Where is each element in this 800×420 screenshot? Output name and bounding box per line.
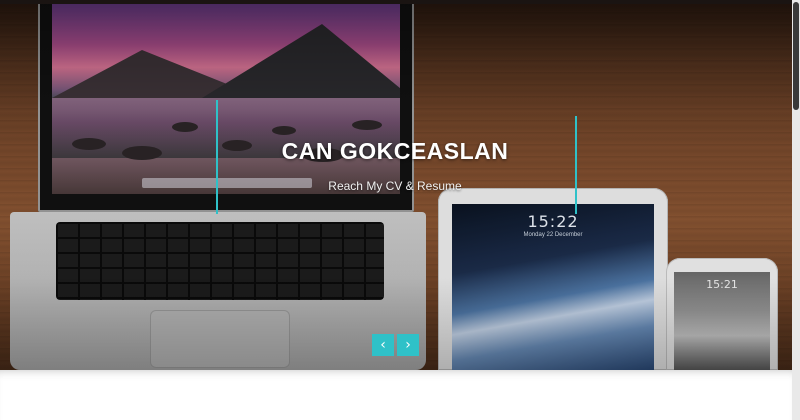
phone-image: 15:21 (666, 258, 778, 370)
chevron-left-icon: ‹ (380, 337, 386, 353)
accent-line-left (216, 100, 218, 214)
chevron-right-icon: › (405, 337, 411, 353)
phone-clock: 15:21 (706, 278, 738, 291)
tablet-date: Monday 22 December (523, 232, 583, 238)
keyboard (56, 222, 384, 300)
page-content (0, 370, 792, 420)
trackpad (150, 310, 290, 368)
accent-line-right (575, 116, 577, 214)
hero-subtitle[interactable]: Reach My CV & Resume (240, 179, 550, 193)
tablet-image: 15:22 Monday 22 December (438, 188, 668, 370)
tablet-screen: 15:22 Monday 22 December (452, 204, 654, 370)
phone-screen: 15:21 (674, 272, 770, 370)
slider-next-button[interactable]: › (397, 334, 419, 356)
slider-controls: ‹ › (372, 334, 419, 356)
hero-text: CAN GOKCEASLAN Reach My CV & Resume (240, 138, 550, 193)
scrollbar-thumb[interactable] (793, 2, 799, 110)
slider-prev-button[interactable]: ‹ (372, 334, 394, 356)
scrollbar[interactable] (792, 0, 800, 420)
hero-title: CAN GOKCEASLAN (281, 138, 509, 164)
laptop-base (10, 212, 426, 370)
hero-slider: 15:22 Monday 22 December 15:21 CAN GOKCE… (0, 0, 792, 370)
tablet-clock: 15:22 (527, 212, 579, 231)
top-bar (0, 0, 792, 4)
